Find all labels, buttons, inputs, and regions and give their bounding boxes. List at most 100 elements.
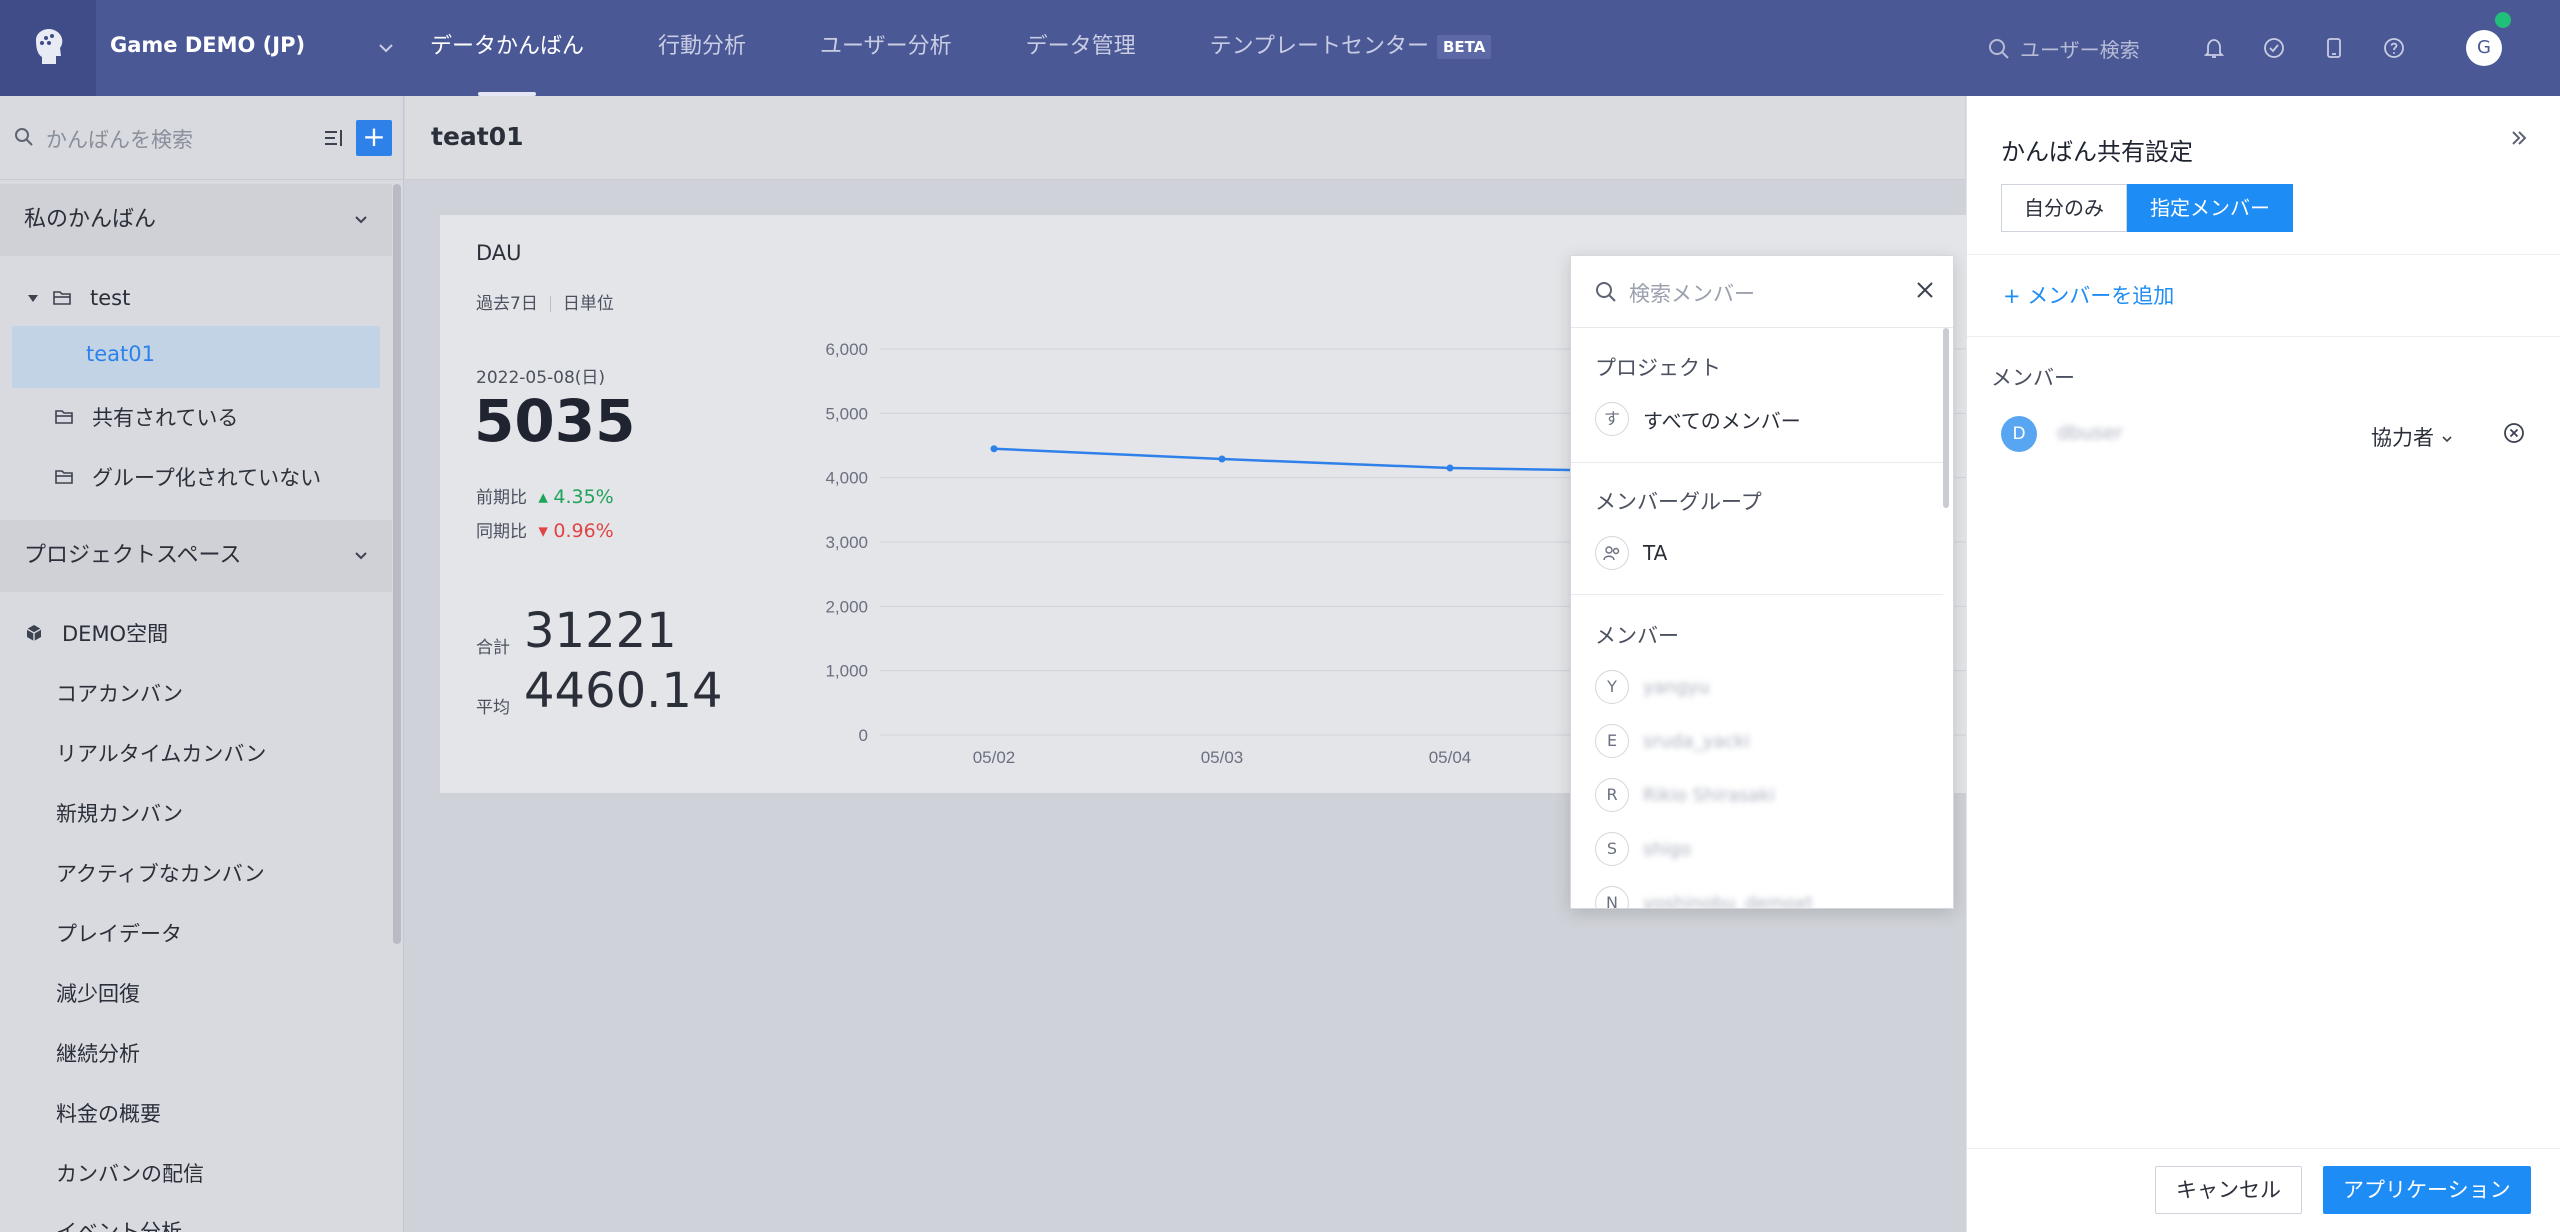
nav-data-kanban[interactable]: データかんばん bbox=[430, 0, 584, 96]
members-label: メンバー bbox=[1991, 366, 2075, 390]
sidebar-search[interactable]: かんばんを検索 + bbox=[0, 96, 403, 180]
user-avatar[interactable]: G bbox=[2466, 30, 2502, 66]
divider bbox=[1967, 1148, 2560, 1149]
sidebar-item-churn-recovery[interactable]: 減少回復 bbox=[56, 978, 140, 1008]
demo-space[interactable]: DEMO空間 bbox=[24, 618, 168, 648]
member-name: Rikio Shirasaki bbox=[1643, 784, 1775, 806]
member-avatar: N bbox=[1595, 886, 1629, 908]
popup-scrollbar[interactable] bbox=[1943, 328, 1949, 508]
double-chevron-right-icon[interactable] bbox=[2507, 126, 2531, 150]
x-tick-label: 05/03 bbox=[1201, 748, 1244, 767]
member-name: yoshinobu_demoxt bbox=[1643, 892, 1813, 909]
divider bbox=[1571, 594, 1943, 595]
option-all-members-label: すべてのメンバー bbox=[1643, 408, 1801, 433]
option-member[interactable]: E sruda_yacki bbox=[1595, 724, 1750, 758]
folder-shared-label: 共有されている bbox=[92, 406, 239, 430]
bell-icon[interactable] bbox=[2202, 36, 2226, 60]
group-member-group-label: メンバーグループ bbox=[1595, 490, 1762, 514]
x-tick-label: 05/04 bbox=[1429, 748, 1472, 767]
sidebar-item-retention[interactable]: 継続分析 bbox=[56, 1038, 140, 1068]
group-members-label: メンバー bbox=[1595, 624, 1679, 648]
sidebar-item-distribution[interactable]: カンバンの配信 bbox=[56, 1158, 204, 1188]
sidebar-item-play-data[interactable]: プレイデータ bbox=[56, 918, 182, 948]
nav-behavior-analysis[interactable]: 行動分析 bbox=[658, 0, 746, 96]
sidebar-item-core[interactable]: コアカンバン bbox=[56, 678, 183, 708]
member-name: shigo bbox=[1643, 838, 1692, 860]
option-member[interactable]: S shigo bbox=[1595, 832, 1691, 866]
folder-icon bbox=[53, 291, 71, 305]
option-member[interactable]: N yoshinobu_demoxt bbox=[1595, 886, 1813, 909]
nav-template-center[interactable]: テンプレートセンター BETA bbox=[1210, 0, 1492, 96]
y-tick-label: 3,000 bbox=[825, 533, 868, 552]
option-member[interactable]: R Rikio Shirasaki bbox=[1595, 778, 1775, 812]
kanban-item-teat01[interactable]: teat01 bbox=[12, 326, 380, 388]
option-ta-label: TA bbox=[1643, 541, 1668, 565]
member-search[interactable]: 検索メンバー bbox=[1571, 256, 1953, 328]
board-header: teat01 bbox=[405, 96, 1965, 180]
member-avatar: Y bbox=[1595, 670, 1629, 704]
logo[interactable] bbox=[0, 0, 96, 96]
search-icon bbox=[15, 128, 33, 146]
top-navigation-bar: Game DEMO (JP) データかんばん 行動分析 ユーザー分析 データ管理… bbox=[0, 0, 2560, 96]
help-icon[interactable] bbox=[2382, 36, 2406, 60]
chevron-down-icon bbox=[355, 552, 367, 560]
close-icon[interactable] bbox=[1913, 278, 1937, 302]
sidebar-item-realtime[interactable]: リアルタイムカンバン bbox=[56, 738, 266, 768]
tablet-icon[interactable] bbox=[2322, 36, 2346, 60]
head-logo-icon bbox=[36, 29, 63, 64]
data-point[interactable] bbox=[1218, 455, 1226, 463]
search-icon bbox=[1989, 38, 2009, 59]
y-tick-label: 1,000 bbox=[825, 662, 868, 681]
project-space-section[interactable]: プロジェクトスペース bbox=[0, 520, 392, 592]
member-row: D dbuser 協力者 bbox=[2001, 416, 2541, 456]
sidebar-item-pricing[interactable]: 料金の概要 bbox=[56, 1098, 161, 1128]
option-ta[interactable]: TA bbox=[1595, 536, 1667, 570]
x-tick-label: 05/02 bbox=[973, 748, 1016, 767]
chevron-down-icon bbox=[355, 216, 367, 224]
cube-icon bbox=[26, 625, 42, 641]
list-settings-icon[interactable] bbox=[322, 126, 346, 150]
chevron-down-icon[interactable] bbox=[376, 38, 396, 58]
apply-button[interactable]: アプリケーション bbox=[2323, 1166, 2531, 1214]
data-point[interactable] bbox=[990, 445, 998, 453]
my-kanban-section[interactable]: 私のかんばん bbox=[0, 184, 392, 256]
folder-ungrouped[interactable]: グループ化されていない bbox=[54, 462, 321, 492]
kanban-item-teat01-label: teat01 bbox=[86, 342, 155, 366]
data-point[interactable] bbox=[1446, 464, 1454, 472]
sidebar-scrollbar[interactable] bbox=[393, 184, 401, 944]
y-tick-label: 4,000 bbox=[825, 469, 868, 488]
sidebar-item-active[interactable]: アクティブなカンバン bbox=[56, 858, 265, 888]
board-title: teat01 bbox=[431, 122, 524, 151]
member-select-popup: 検索メンバー プロジェクト す すべてのメンバー メンバーグループ TA メンバ… bbox=[1570, 255, 1954, 909]
remove-circle-icon[interactable] bbox=[2501, 420, 2527, 446]
cancel-button[interactable]: キャンセル bbox=[2155, 1166, 2302, 1214]
project-title[interactable]: Game DEMO (JP) bbox=[110, 33, 305, 57]
option-member[interactable]: Y yangyu bbox=[1595, 670, 1710, 704]
user-search[interactable]: ユーザー検索 bbox=[1988, 34, 2140, 63]
sidebar-item-new[interactable]: 新規カンバン bbox=[56, 798, 183, 828]
beta-badge: BETA bbox=[1436, 35, 1492, 59]
member-role-label: 協力者 bbox=[2371, 426, 2434, 450]
scope-members-button[interactable]: 指定メンバー bbox=[2127, 184, 2293, 232]
check-circle-icon[interactable] bbox=[2262, 36, 2286, 60]
divider bbox=[1967, 254, 2560, 255]
project-space-label: プロジェクトスペース bbox=[24, 543, 242, 568]
option-avatar: す bbox=[1595, 402, 1629, 436]
option-all-members[interactable]: す すべてのメンバー bbox=[1595, 402, 1801, 436]
user-search-placeholder: ユーザー検索 bbox=[2020, 38, 2140, 62]
y-tick-label: 0 bbox=[859, 726, 868, 745]
user-group-icon bbox=[1595, 536, 1629, 570]
sidebar-item-event-analysis[interactable]: イベント分析 bbox=[56, 1216, 182, 1232]
add-kanban-button[interactable]: + bbox=[356, 120, 392, 156]
my-kanban-label: 私のかんばん bbox=[24, 207, 157, 232]
folder-icon bbox=[55, 410, 73, 424]
folder-test[interactable]: test bbox=[26, 286, 130, 310]
scope-self-button[interactable]: 自分のみ bbox=[2001, 184, 2127, 232]
member-role-select[interactable]: 協力者 bbox=[2371, 422, 2453, 452]
add-member-button[interactable]: + メンバーを追加 bbox=[2003, 280, 2174, 310]
panel-title: かんばん共有設定 bbox=[2001, 138, 2193, 166]
nav-data-management[interactable]: データ管理 bbox=[1026, 0, 1136, 96]
folder-shared[interactable]: 共有されている bbox=[54, 402, 238, 432]
nav-user-analysis[interactable]: ユーザー分析 bbox=[820, 0, 952, 96]
y-tick-label: 5,000 bbox=[825, 404, 868, 423]
